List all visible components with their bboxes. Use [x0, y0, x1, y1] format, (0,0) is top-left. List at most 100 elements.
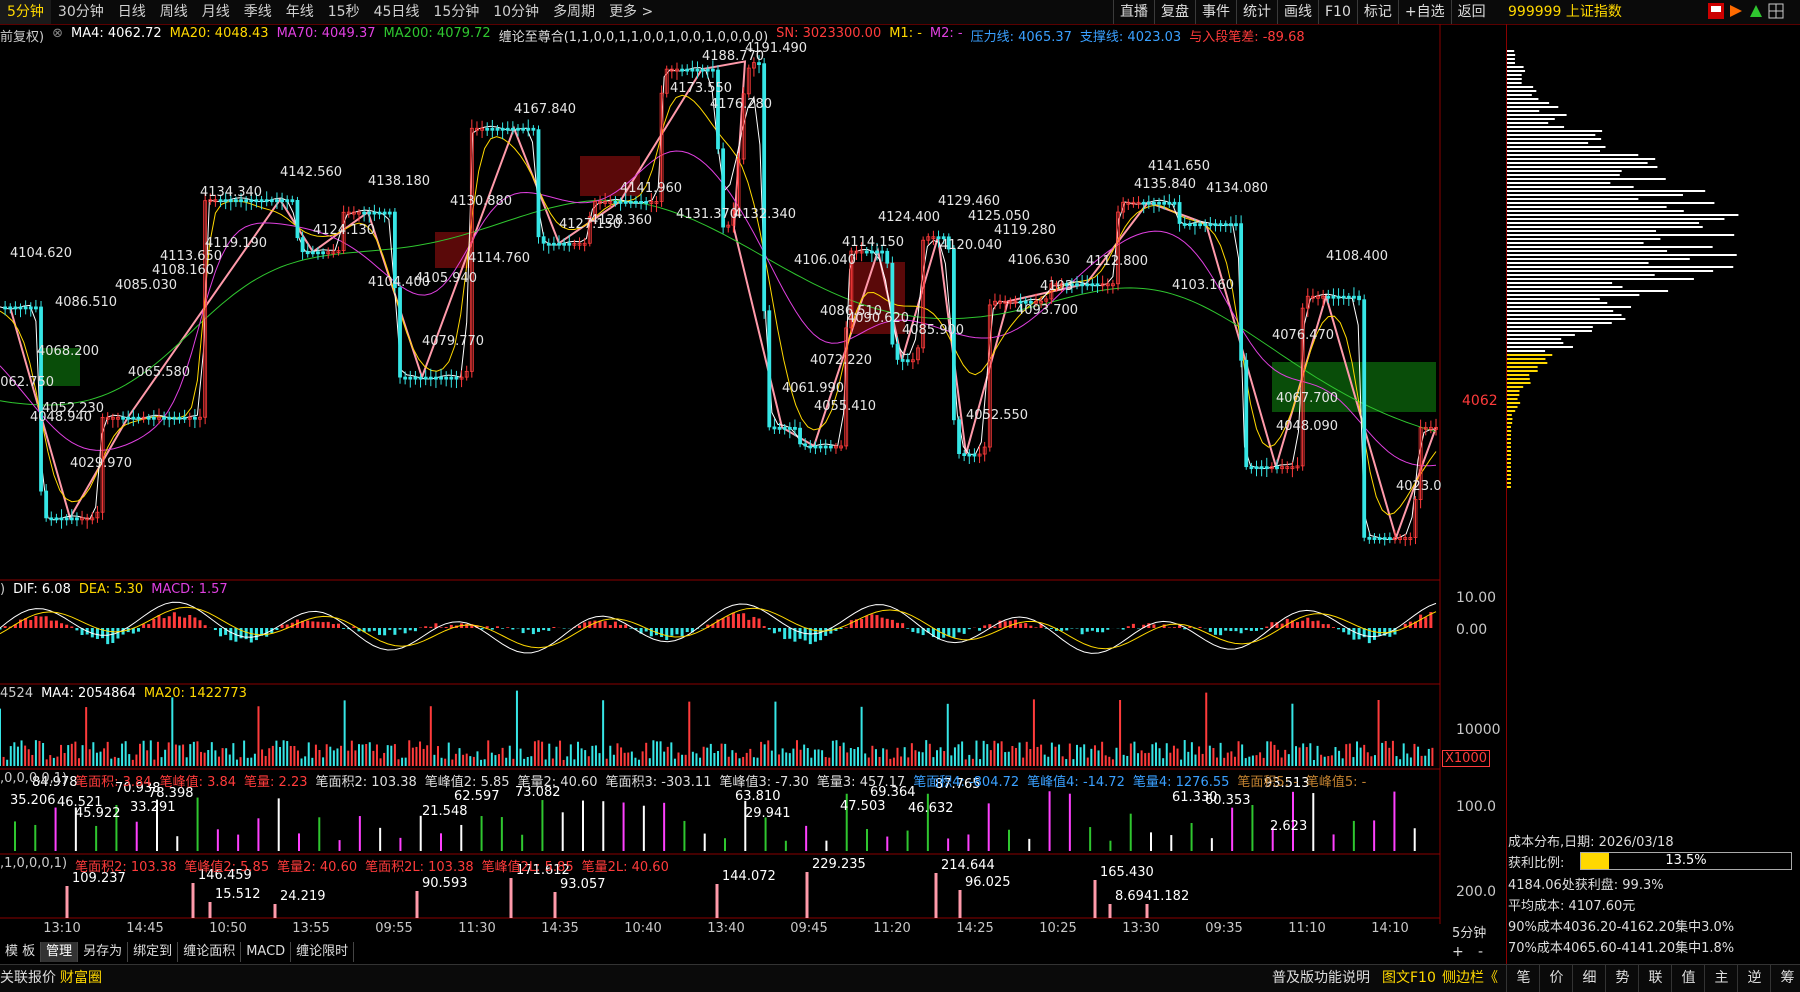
- candle-body: [1080, 283, 1085, 287]
- toolbar-button[interactable]: 复盘: [1154, 0, 1195, 24]
- zoom-in-button[interactable]: +: [1452, 944, 1464, 960]
- flag-icon[interactable]: [1708, 3, 1724, 19]
- right-tab[interactable]: 筹: [1770, 965, 1800, 992]
- sidebar-toggle[interactable]: 侧边栏《: [1442, 965, 1498, 992]
- cost-bar: [1507, 218, 1725, 220]
- bi1-value: 60.353: [1205, 793, 1251, 808]
- toolbar-button[interactable]: 返回: [1450, 0, 1492, 24]
- candle-body: [239, 199, 243, 203]
- timeframe-tab[interactable]: 更多 >: [602, 0, 660, 24]
- candle-body: [428, 376, 433, 380]
- candle-body: [300, 237, 305, 253]
- candle-body: [172, 416, 177, 420]
- indicator-tab[interactable]: 模 板: [0, 942, 42, 962]
- cost-bar: [1507, 118, 1555, 120]
- candle-body: [382, 211, 387, 215]
- price-label: 4191.490: [745, 41, 807, 56]
- toolbar-button[interactable]: 统计: [1236, 0, 1277, 24]
- candle-body: [869, 250, 874, 254]
- cost-bar: [1507, 446, 1511, 448]
- timeframe-tab[interactable]: 15分钟: [426, 0, 486, 24]
- timeframe-tab[interactable]: 多周期: [546, 0, 602, 24]
- ma20-line: [0, 94, 1437, 516]
- cost-bar: [1507, 338, 1562, 340]
- toolbar-button[interactable]: 标记: [1356, 0, 1398, 24]
- indicator-tab[interactable]: MACD: [241, 942, 292, 962]
- price-label: 4108.400: [1326, 249, 1388, 264]
- right-tab[interactable]: 笔: [1506, 965, 1540, 992]
- price-label: 4103: [1040, 279, 1073, 294]
- bi2-param: ,1,0,0,0,1): [0, 856, 68, 871]
- cost-bar: [1507, 198, 1639, 200]
- toolbar-button[interactable]: F10: [1318, 0, 1357, 24]
- cost-bar: [1507, 478, 1511, 480]
- price-label: 4132.340: [734, 207, 796, 222]
- right-tab[interactable]: 值: [1671, 965, 1705, 992]
- right-tab[interactable]: 联: [1638, 965, 1672, 992]
- cost-bar: [1507, 202, 1715, 204]
- candle-body: [823, 445, 828, 449]
- toolbar-button[interactable]: 直播: [1113, 0, 1154, 24]
- help-link[interactable]: 普及版功能说明: [1272, 965, 1370, 992]
- indicator-tab[interactable]: 另存为: [78, 942, 129, 962]
- indicator-tab[interactable]: 绑定到: [128, 942, 179, 962]
- price-label: 4068.200: [37, 344, 99, 359]
- cost-bar: [1507, 406, 1518, 408]
- timeframe-tab[interactable]: 周线: [153, 0, 195, 24]
- candle-body: [59, 517, 64, 521]
- toolbar-button[interactable]: +自选: [1397, 0, 1451, 24]
- indicator-tab[interactable]: 缠论限时: [291, 942, 355, 962]
- timeframe-tab[interactable]: 年线: [279, 0, 321, 24]
- cost-bar: [1507, 426, 1511, 428]
- bi-peak3: 笔峰值3: -7.30: [719, 775, 809, 790]
- f10-link[interactable]: 图文F10: [1382, 965, 1436, 992]
- right-tab[interactable]: 势: [1605, 965, 1639, 992]
- timeframe-tab[interactable]: 日线: [111, 0, 153, 24]
- candle-body: [167, 416, 172, 420]
- bi2l-area: 笔面积2L: 103.38: [365, 860, 474, 875]
- related-quotes-link[interactable]: 关联报价: [0, 965, 56, 992]
- right-tab[interactable]: 主: [1704, 965, 1738, 992]
- cost-bar: [1507, 458, 1511, 460]
- cost-bar: [1507, 86, 1534, 88]
- candle-body: [423, 376, 428, 380]
- timeframe-tab[interactable]: 5分钟: [0, 0, 51, 24]
- candle-body: [818, 445, 823, 449]
- timeframe-tab[interactable]: 月线: [195, 0, 237, 24]
- zoom-out-button[interactable]: -: [1478, 944, 1483, 960]
- cost-bar: [1507, 286, 1623, 288]
- grid-icon[interactable]: [1768, 3, 1784, 19]
- cost-distribution-panel: [1506, 24, 1800, 964]
- wealth-circle-link[interactable]: 财富圈: [60, 965, 102, 992]
- candle-body: [782, 426, 787, 430]
- timeframe-tab[interactable]: 30分钟: [51, 0, 111, 24]
- candle-body: [1218, 223, 1223, 227]
- candle-body: [439, 376, 443, 380]
- timeframe-tab[interactable]: 45日线: [367, 0, 427, 24]
- indicator-tab[interactable]: 缠论面积: [178, 942, 242, 962]
- timeframe-tab[interactable]: 15秒: [321, 0, 367, 24]
- timeframe-tab[interactable]: 季线: [237, 0, 279, 24]
- period-label[interactable]: 5分钟: [1452, 922, 1486, 941]
- toolbar-button[interactable]: 画线: [1277, 0, 1318, 24]
- green-arrow-icon[interactable]: [1748, 3, 1764, 19]
- bi2l-peak: 笔峰值2L: 5.85: [481, 860, 574, 875]
- bi1-axis-label: 100.0: [1456, 799, 1497, 815]
- arrow-icon[interactable]: [1728, 3, 1744, 19]
- price-label: 4076.470: [1272, 328, 1334, 343]
- candle-body: [777, 426, 782, 430]
- bi2-value: 8.694: [1115, 889, 1152, 904]
- candle-body: [398, 287, 402, 378]
- toolbar-button[interactable]: 事件: [1195, 0, 1236, 24]
- indicator-tab[interactable]: 管理: [41, 942, 79, 962]
- candle-body: [1075, 283, 1079, 287]
- cost-bar: [1507, 354, 1553, 356]
- right-tab[interactable]: 逆: [1737, 965, 1771, 992]
- right-tab[interactable]: 细: [1572, 965, 1606, 992]
- right-tab[interactable]: 价: [1539, 965, 1573, 992]
- candle-body: [310, 251, 315, 255]
- cost-bar: [1507, 178, 1666, 180]
- candle-body: [136, 416, 141, 420]
- profit-ratio-value: 13.5%: [1665, 853, 1707, 868]
- timeframe-tab[interactable]: 10分钟: [486, 0, 546, 24]
